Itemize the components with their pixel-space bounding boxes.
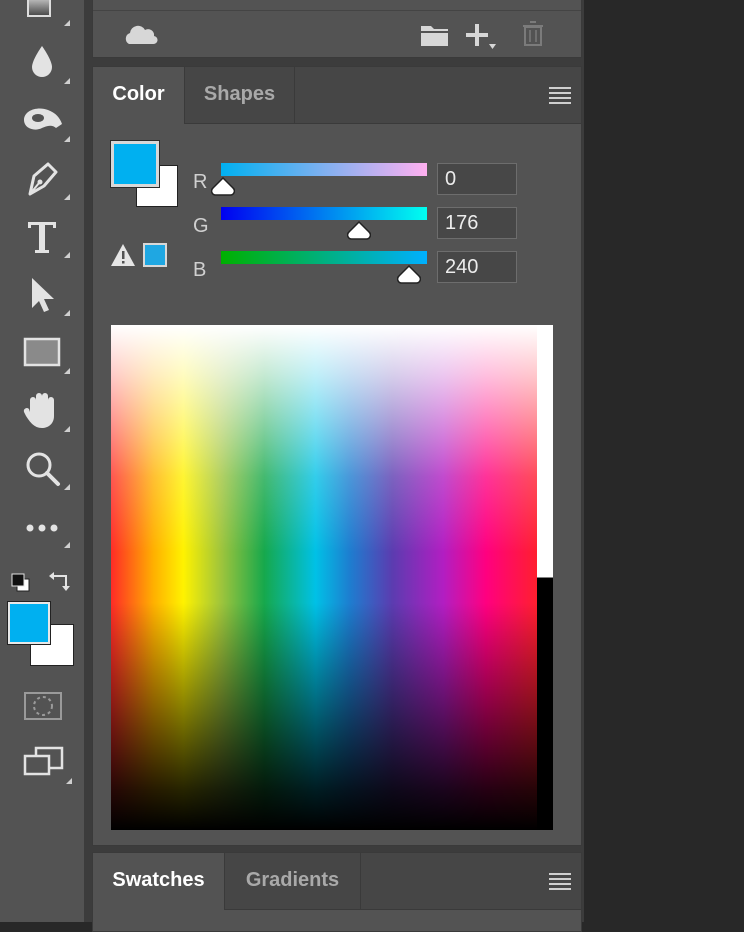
swatches-panel-menu-icon[interactable] (549, 873, 571, 890)
hand-tool[interactable] (18, 388, 70, 434)
b-value-field[interactable]: 240 (437, 251, 517, 283)
g-value-field[interactable]: 176 (437, 207, 517, 239)
folder-icon[interactable] (419, 20, 451, 48)
panel-column: Color Shapes R 0 G 176 B 240 Swatches Gr… (84, 0, 584, 932)
type-tool[interactable] (18, 214, 70, 260)
gradient-tool[interactable] (18, 0, 70, 28)
dodge-tool[interactable] (18, 98, 70, 144)
new-layer-icon[interactable] (463, 20, 497, 52)
quick-mask-icon[interactable] (22, 690, 66, 724)
dodge-tool-icon (24, 108, 62, 130)
more-tools-icon (26, 524, 58, 532)
tools-toolbar (0, 0, 86, 922)
default-colors-icon[interactable] (10, 572, 32, 594)
toolbar-foreground-color[interactable] (7, 601, 51, 645)
hand-tool-icon (23, 393, 54, 428)
zoom-tool-icon (26, 452, 60, 486)
swap-colors-icon[interactable] (48, 570, 72, 594)
screen-mode-icon (23, 746, 64, 776)
swatches-panel-tabbar: Swatches Gradients (93, 853, 581, 910)
b-label: B (193, 259, 207, 281)
g-slider-track[interactable] (221, 207, 427, 220)
warning-triangle-icon[interactable] (111, 243, 137, 267)
brightness-strip[interactable] (537, 325, 553, 830)
swatches-panel: Swatches Gradients (92, 852, 582, 932)
color-spectrum-field[interactable] (111, 325, 537, 830)
tab-shapes[interactable]: Shapes (185, 67, 295, 123)
g-slider-thumb[interactable] (347, 221, 371, 241)
path-selection-tool-icon (32, 278, 54, 312)
color-panel: Color Shapes R 0 G 176 B 240 (92, 66, 582, 846)
panel-menu-icon[interactable] (549, 87, 571, 104)
cloud-icon[interactable] (123, 22, 159, 48)
more-tools[interactable] (18, 504, 70, 550)
document-area (584, 0, 744, 922)
blur-tool[interactable] (18, 40, 70, 86)
screen-mode[interactable] (20, 740, 72, 786)
blur-tool-icon (32, 46, 52, 77)
color-panel-tabbar: Color Shapes (93, 67, 581, 124)
gamut-warning-swatch[interactable] (143, 243, 167, 267)
tab-gradients[interactable]: Gradients (225, 853, 361, 909)
tab-swatches[interactable]: Swatches (93, 853, 225, 910)
gradient-tool-icon (27, 0, 51, 17)
rectangle-tool[interactable] (18, 330, 70, 376)
r-value-field[interactable]: 0 (437, 163, 517, 195)
type-tool-icon (28, 222, 56, 253)
b-slider-thumb[interactable] (397, 265, 421, 285)
color-panel-foreground-swatch[interactable] (110, 140, 160, 188)
zoom-tool[interactable] (18, 446, 70, 492)
path-selection-tool[interactable] (18, 272, 70, 318)
rectangle-tool-icon (23, 337, 61, 367)
trash-icon[interactable] (521, 20, 545, 48)
tab-color[interactable]: Color (93, 67, 185, 124)
r-label: R (193, 171, 208, 193)
r-slider-track[interactable] (221, 163, 427, 176)
r-slider-thumb[interactable] (211, 177, 235, 197)
pen-tool-icon (28, 162, 58, 196)
g-label: G (193, 215, 209, 237)
b-slider-track[interactable] (221, 251, 427, 264)
pen-tool[interactable] (18, 156, 70, 202)
layers-panel-footer (92, 0, 582, 58)
